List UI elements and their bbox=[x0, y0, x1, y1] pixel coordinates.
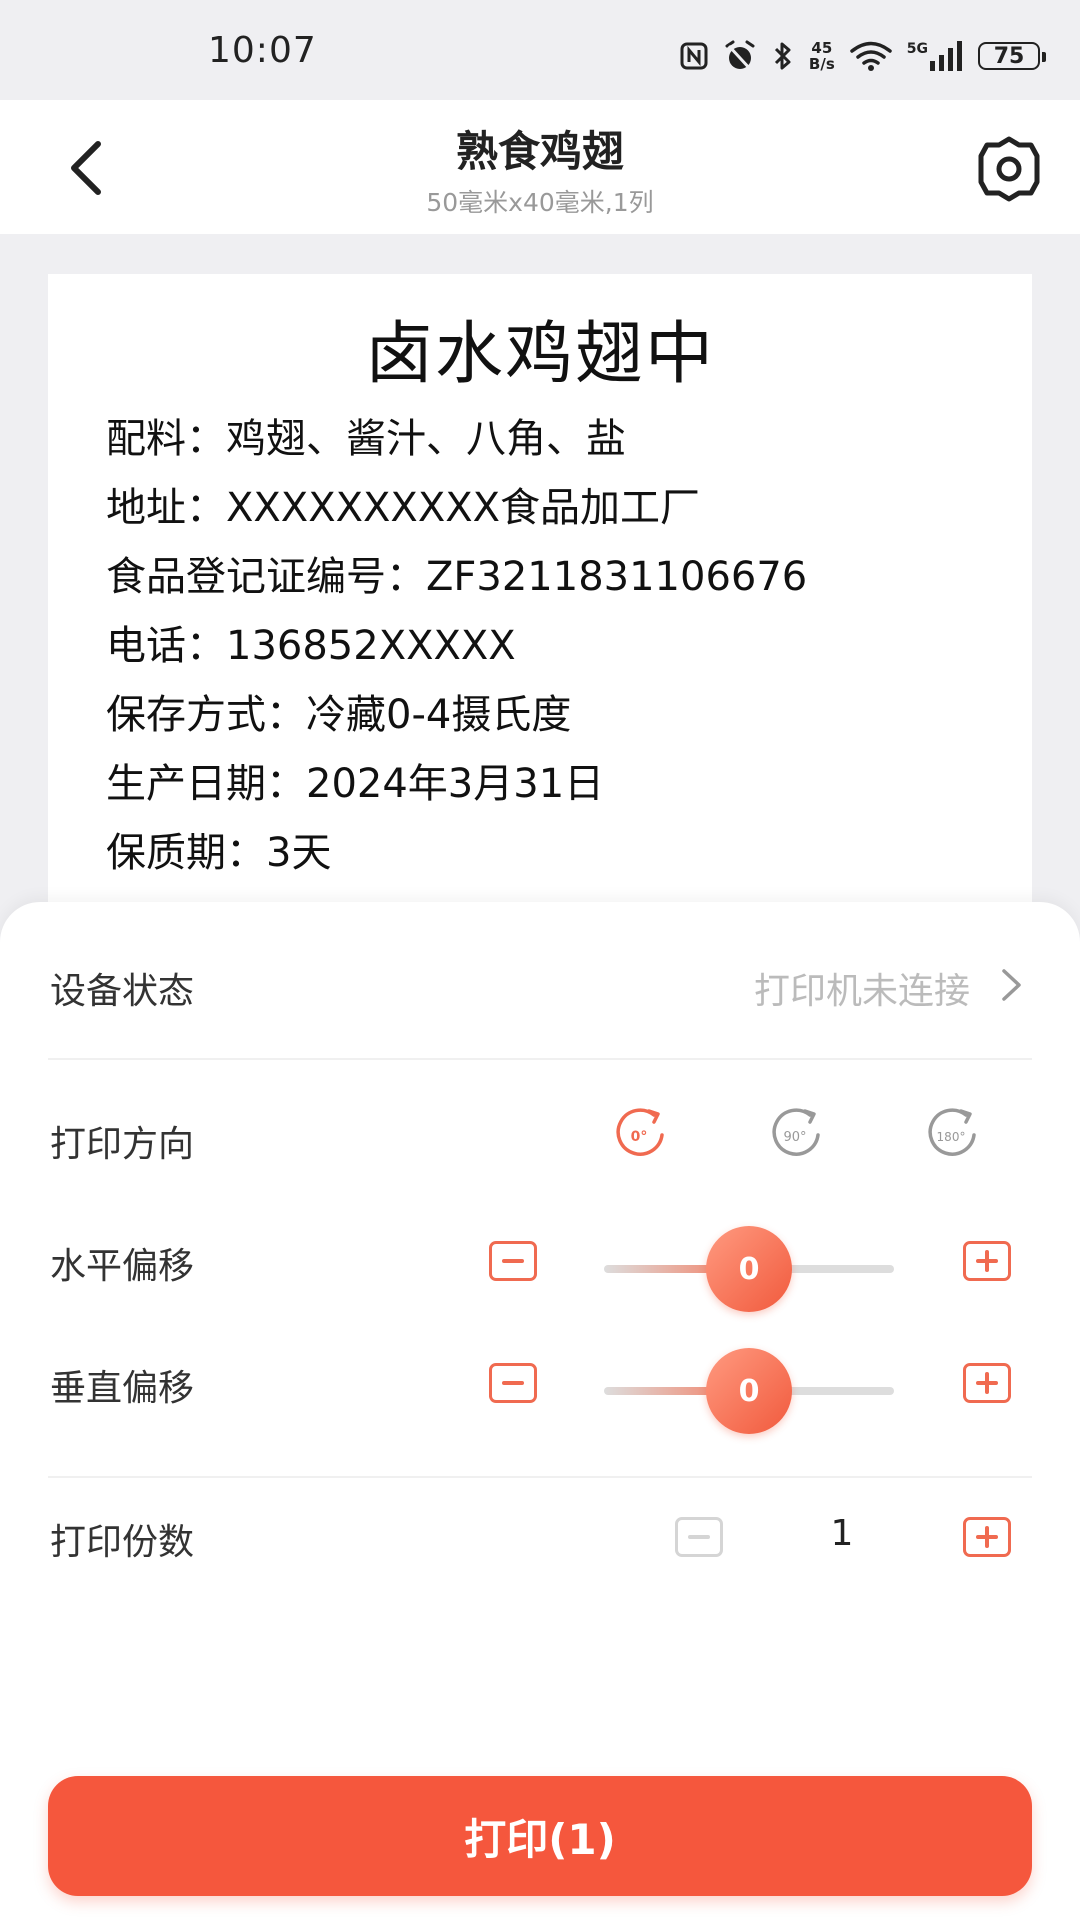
divider bbox=[48, 1058, 1032, 1060]
minus-icon bbox=[688, 1535, 710, 1539]
label-line-ingredients: 配料：鸡翅、酱汁、八角、盐 bbox=[106, 416, 626, 462]
horizontal-offset-label: 水平偏移 bbox=[50, 1246, 195, 1287]
copies-plus-button[interactable] bbox=[963, 1517, 1011, 1557]
header-title-group: 熟食鸡翅 50毫米x40毫米,1列 bbox=[240, 118, 840, 219]
rotate-0-icon: 0° bbox=[616, 1108, 664, 1156]
orientation-180-text: 180° bbox=[937, 1130, 966, 1144]
vertical-offset-slider[interactable]: 0 bbox=[604, 1348, 894, 1434]
copies-minus-button[interactable] bbox=[675, 1517, 723, 1557]
device-status-value: 打印机未连接 bbox=[753, 971, 970, 1012]
slider-thumb[interactable]: 0 bbox=[706, 1348, 792, 1434]
bluetooth-icon bbox=[774, 42, 791, 70]
horizontal-offset-plus-button[interactable] bbox=[963, 1241, 1011, 1281]
plus-icon-v bbox=[985, 1250, 989, 1272]
back-button[interactable] bbox=[58, 136, 114, 200]
label-line-license: 食品登记证编号：ZF3211831106676 bbox=[106, 554, 808, 600]
orientation-0-text: 0° bbox=[631, 1129, 648, 1145]
network-speed-unit: B/s bbox=[808, 55, 835, 73]
battery-indicator: 75 bbox=[978, 42, 1046, 70]
horizontal-offset-slider[interactable]: 0 bbox=[604, 1226, 894, 1312]
signal-bars-icon bbox=[930, 41, 962, 71]
print-settings-panel: 设备状态 打印机未连接 打印方向 0° 90° 180° 水平偏移 0 垂直偏移… bbox=[0, 902, 1080, 1920]
orientation-0-button[interactable]: 0° bbox=[608, 1105, 674, 1161]
minus-icon bbox=[502, 1259, 524, 1263]
device-status-label: 设备状态 bbox=[50, 971, 195, 1012]
status-bar: 10:07 45 B/s 5G 75 bbox=[0, 0, 1080, 100]
plus-icon-v bbox=[985, 1526, 989, 1548]
slider-thumb[interactable]: 0 bbox=[706, 1226, 792, 1312]
horizontal-offset-minus-button[interactable] bbox=[489, 1241, 537, 1281]
status-icons: 45 B/s 5G 75 bbox=[679, 36, 1046, 76]
chevron-left-icon bbox=[71, 141, 101, 195]
orientation-90-button[interactable]: 90° bbox=[764, 1105, 830, 1161]
network-speed-value: 45 bbox=[811, 39, 833, 57]
cellular-signal: 5G bbox=[907, 41, 964, 71]
settings-button[interactable] bbox=[972, 132, 1046, 206]
copies-value[interactable]: 1 bbox=[800, 1513, 884, 1554]
device-status-row[interactable]: 设备状态 打印机未连接 bbox=[0, 902, 1080, 1058]
minus-icon bbox=[502, 1381, 524, 1385]
label-line-address: 地址：XXXXXXXXXX食品加工厂 bbox=[106, 485, 701, 531]
header: 熟食鸡翅 50毫米x40毫米,1列 bbox=[0, 100, 1080, 234]
copies-label: 打印份数 bbox=[50, 1522, 195, 1563]
plus-icon-v bbox=[985, 1372, 989, 1394]
network-type-label: 5G bbox=[906, 41, 928, 57]
divider bbox=[48, 1476, 1032, 1478]
label-preview[interactable]: 卤水鸡翅中 配料：鸡翅、酱汁、八角、盐 地址：XXXXXXXXXX食品加工厂 食… bbox=[48, 274, 1032, 934]
orientation-90-text: 90° bbox=[783, 1130, 806, 1145]
page-title: 熟食鸡翅 bbox=[455, 127, 624, 176]
screen: 10:07 45 B/s 5G 75 熟食鸡翅 50毫米x40毫米,1列 卤水鸡… bbox=[0, 0, 1080, 1920]
print-button[interactable]: 打印(1) bbox=[48, 1776, 1032, 1896]
print-direction-label: 打印方向 bbox=[50, 1124, 195, 1165]
wifi-icon bbox=[850, 41, 892, 71]
page-subtitle: 50毫米x40毫米,1列 bbox=[426, 188, 654, 217]
rotate-180-icon: 180° bbox=[928, 1108, 976, 1156]
label-line-shelf-life: 保质期：3天 bbox=[106, 830, 332, 876]
label-title: 卤水鸡翅中 bbox=[364, 315, 715, 394]
status-time: 10:07 bbox=[208, 30, 317, 71]
label-line-phone: 电话：136852XXXXX bbox=[106, 623, 516, 669]
vertical-offset-plus-button[interactable] bbox=[963, 1363, 1011, 1403]
label-line-storage: 保存方式：冷藏0-4摄氏度 bbox=[106, 692, 572, 738]
vertical-offset-label: 垂直偏移 bbox=[50, 1368, 195, 1409]
gear-icon bbox=[978, 136, 1040, 202]
network-speed: 45 B/s bbox=[809, 40, 835, 72]
rotate-90-icon: 90° bbox=[772, 1108, 820, 1156]
chevron-right-icon bbox=[1002, 969, 1021, 1001]
nfc-icon bbox=[680, 42, 708, 70]
alarm-off-icon bbox=[725, 40, 755, 72]
label-line-production-date: 生产日期：2024年3月31日 bbox=[106, 761, 605, 807]
vertical-offset-minus-button[interactable] bbox=[489, 1363, 537, 1403]
orientation-180-button[interactable]: 180° bbox=[920, 1105, 986, 1161]
